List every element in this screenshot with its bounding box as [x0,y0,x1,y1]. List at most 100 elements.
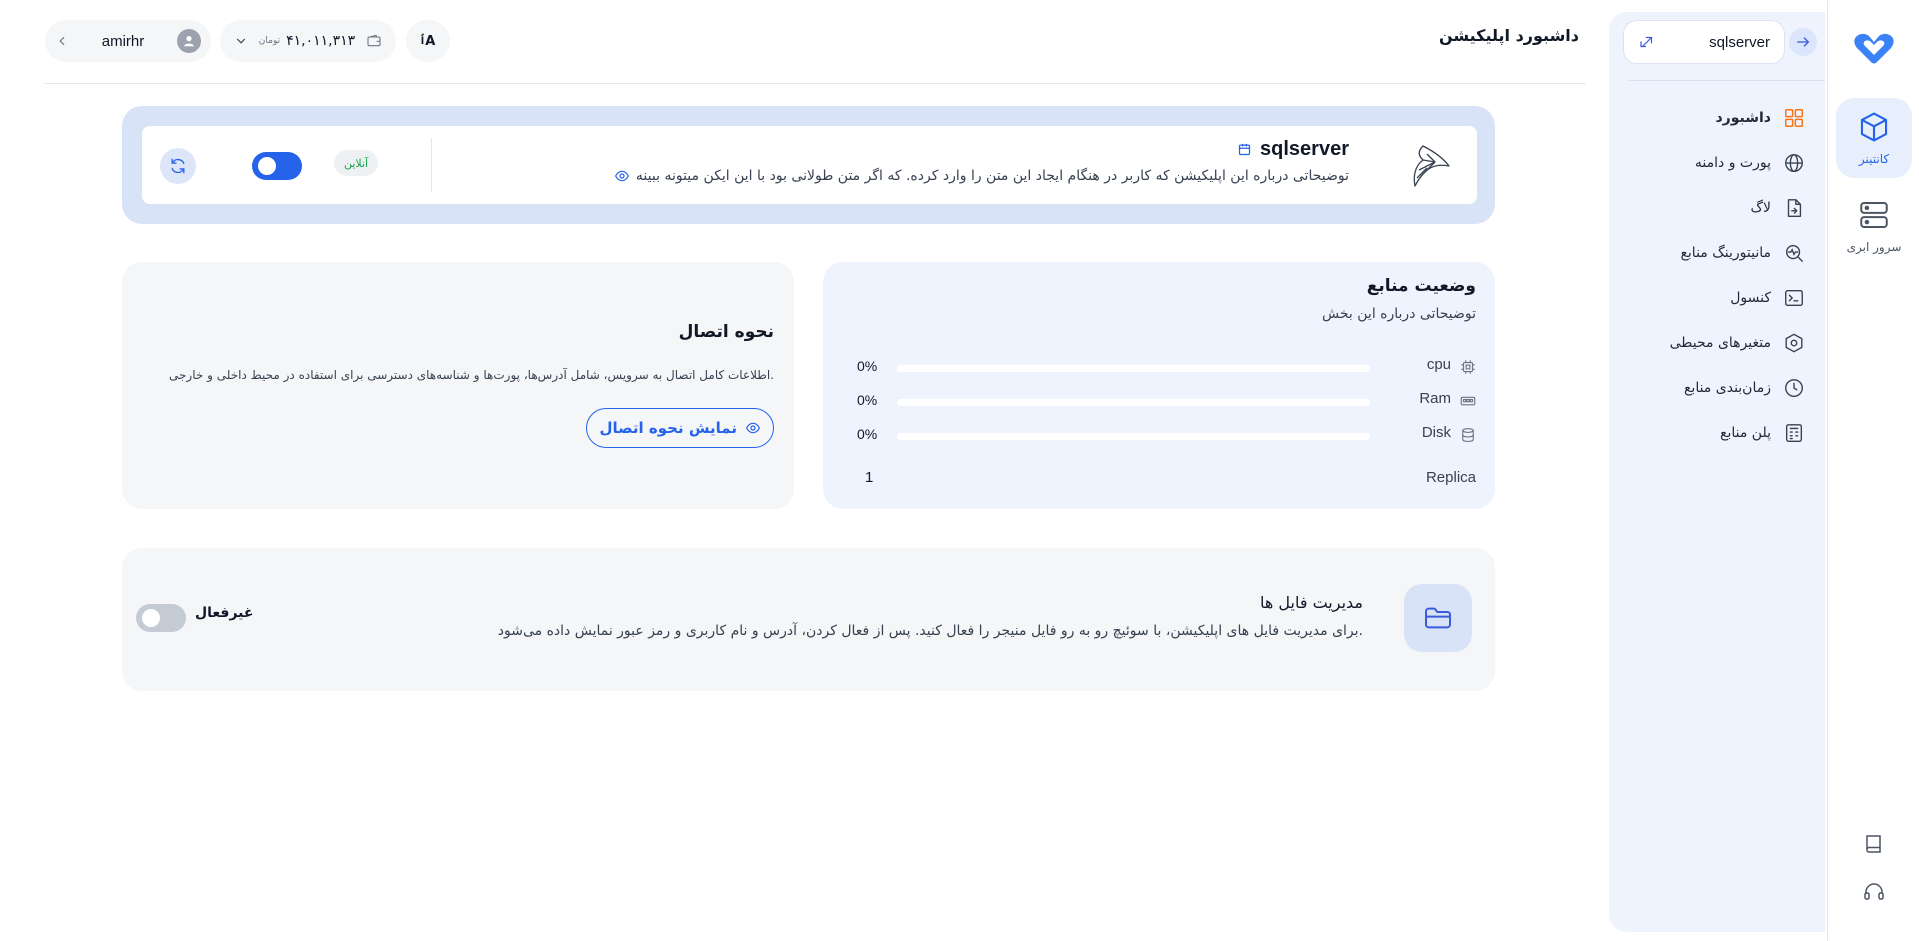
sidebar-item-label: لاگ [1750,200,1771,216]
app-name: sqlserver [1260,138,1349,160]
file-manager-description: برای مدیریت فایل های اپلیکیشن، با سوئیچ … [497,623,1363,639]
sidebar-item-scheduling[interactable]: زمان‌بندی منابع [1615,370,1805,406]
sqlserver-logo-icon [1413,145,1450,187]
ram-label: Ram [1419,390,1451,407]
eye-icon [745,422,761,434]
brand-logo-icon[interactable] [1847,28,1901,66]
app-description-text: توضیحاتی درباره این اپلیکیشن که کاربر در… [635,168,1349,184]
show-connection-button[interactable]: نمایش نحوه اتصال [586,408,774,448]
log-file-icon [1787,199,1802,217]
chevron-left-icon [59,36,65,46]
headset-support-icon[interactable] [1862,880,1886,904]
icon-rail: کانتینر سرور ابری [1827,0,1919,941]
rail-item-container[interactable]: کانتینر [1836,98,1912,178]
language-switch-button[interactable]: اٌ A [406,20,450,62]
back-arrow-button[interactable] [1789,28,1817,56]
username: amirhr [101,32,145,50]
chevron-down-icon [236,38,246,44]
sidebar-item-monitoring[interactable]: مانیتورینگ منابع [1615,235,1805,271]
sidebar-item-label: مانیتورینگ منابع [1680,245,1771,261]
page-title: داشبورد اپلیکیشن [1438,26,1579,45]
rail-item-label: سرور ابری [1846,240,1902,254]
folder-badge [1404,584,1472,652]
ram-progress-track [897,399,1370,406]
plan-calculator-icon [1785,424,1803,442]
sidebar-item-label: پلن منابع [1720,425,1771,441]
language-label: A [425,33,436,49]
arrow-right-icon [1797,37,1810,47]
calendar-icon [1238,143,1251,156]
app-switcher: sqlserver [1619,20,1817,66]
file-manager-toggle[interactable] [136,604,186,632]
app-selector[interactable]: sqlserver [1623,20,1785,64]
currency-label: تومان [258,36,281,46]
connection-card: نحوه اتصال اطلاعات کامل اتصال به سرویس، … [122,262,794,509]
file-manager-card: مدیریت فایل ها برای مدیریت فایل های اپلی… [122,548,1495,691]
cpu-progress-track [897,365,1370,372]
disk-icon [1462,428,1474,442]
disk-label: Disk [1421,424,1451,441]
cpu-icon [1461,360,1475,374]
connection-description: اطلاعات کامل اتصال به سرویس، شامل آدرس‌ه… [169,368,774,382]
terminal-icon [1785,289,1803,307]
wallet-balance-dropdown[interactable]: تومان ۴۱,۰۱۱,۳۱۳ [220,20,396,62]
eye-icon[interactable] [614,168,630,184]
sidebar-item-console[interactable]: کنسول [1615,280,1805,316]
server-icon [1860,201,1888,229]
cpu-meter: 0% cpu [857,356,1477,378]
dashboard-icon [1785,109,1803,127]
user-menu[interactable]: amirhr [45,20,211,62]
sidebar-item-label: پورت و دامنه [1694,155,1771,171]
disk-progress-track [897,433,1370,440]
sidebar-item-port-domain[interactable]: پورت و دامنه [1615,145,1805,181]
show-connection-label: نمایش نحوه اتصال [599,419,737,437]
connection-title: نحوه اتصال [678,322,774,342]
cpu-label: cpu [1426,356,1451,373]
refresh-icon [171,158,185,174]
app-banner: sqlserver توضیحاتی درباره این اپلیکیشن ک… [122,106,1495,224]
sidebar-item-resource-plan[interactable]: پلن منابع [1615,415,1805,451]
file-manager-title: مدیریت فایل ها [1260,593,1363,612]
rail-item-label: کانتینر [1858,152,1890,166]
disk-meter: 0% Disk [857,424,1477,446]
replica-label: Replica [1425,469,1476,486]
wallet-icon [367,34,381,47]
resource-status-card: وضعیت منابع توضیحاتی درباره این بخش 0% c… [823,262,1495,509]
app-power-toggle[interactable] [252,152,302,180]
ram-meter: 0% Ram [857,390,1477,412]
avatar [176,29,201,53]
status-badge: آنلاین [334,150,379,176]
translate-icon: اٌ [420,35,425,47]
replica-value: 1 [865,469,874,486]
app-description: توضیحاتی درباره این اپلیکیشن که کاربر در… [614,168,1349,184]
swap-icon [1640,36,1653,48]
ram-icon [1460,396,1476,406]
sidebar-item-log[interactable]: لاگ [1615,190,1805,226]
sidebar-divider [1629,80,1825,81]
book-icon[interactable] [1862,832,1886,856]
refresh-button[interactable] [160,148,196,184]
banner-separator [431,138,432,192]
sidebar-item-label: کنسول [1730,290,1771,306]
globe-icon [1785,154,1803,172]
sidebar-item-label: داشبورد [1715,110,1772,126]
folder-icon [1425,607,1451,629]
wallet-balance: ۴۱,۰۱۱,۳۱۳ [286,33,356,49]
current-app-name: sqlserver [1709,33,1770,51]
resource-status-title: وضعیت منابع [1366,276,1476,296]
monitoring-icon [1785,244,1803,262]
header-divider [45,83,1586,84]
sidebar-item-env-vars[interactable]: متغیرهای محیطی [1615,325,1805,361]
ram-percent: 0% [857,392,878,408]
app-info-panel: sqlserver توضیحاتی درباره این اپلیکیشن ک… [142,126,1477,204]
sidebar-item-dashboard[interactable]: داشبورد [1615,100,1805,136]
file-manager-status: غیرفعال [195,605,254,621]
user-icon [184,36,194,47]
sidebar-item-label: متغیرهای محیطی [1669,335,1771,351]
rail-item-cloud-server[interactable]: سرور ابری [1836,186,1912,266]
app-title: sqlserver [1237,138,1349,161]
clock-icon [1785,379,1803,397]
disk-percent: 0% [857,426,878,442]
container-cube-icon [1860,112,1888,142]
resource-status-subtitle: توضیحاتی درباره این بخش [1322,306,1476,322]
